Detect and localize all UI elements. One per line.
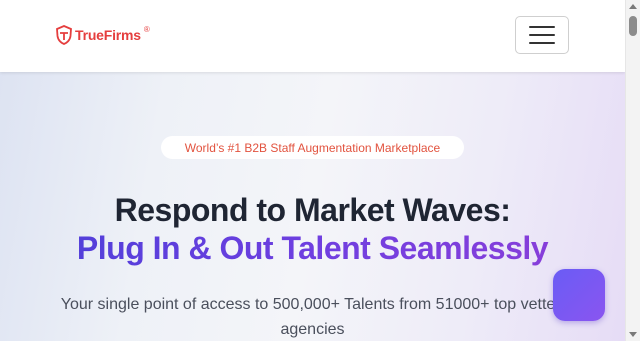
scroll-down-arrow-icon[interactable] <box>629 332 637 337</box>
truefirms-logo[interactable]: TrueFirms ® <box>55 25 150 45</box>
hamburger-menu-icon-bar <box>529 34 555 36</box>
hero-headline-line2: Plug In & Out Talent Seamlessly <box>0 230 625 267</box>
page: TrueFirms ® World’s #1 B2B Staff Augment… <box>0 0 640 341</box>
hero-section: World’s #1 B2B Staff Augmentation Market… <box>0 72 625 341</box>
scrollbar-thumb[interactable] <box>629 16 637 36</box>
registered-mark: ® <box>143 24 150 34</box>
hamburger-menu-icon-bar <box>529 42 555 44</box>
hero-badge: World’s #1 B2B Staff Augmentation Market… <box>161 136 464 159</box>
hamburger-menu-icon-bar <box>529 26 555 28</box>
shield-logo-icon <box>56 25 72 45</box>
scroll-up-arrow-icon[interactable] <box>629 4 637 9</box>
site-header: TrueFirms ® <box>0 0 625 72</box>
hamburger-menu-button[interactable] <box>515 16 569 54</box>
hero-subtext: Your single point of access to 500,000+ … <box>60 296 565 338</box>
hero-headline-line1: Respond to Market Waves: <box>114 192 511 228</box>
chat-widget-button[interactable] <box>553 269 605 321</box>
vertical-scrollbar[interactable] <box>625 0 640 341</box>
logo-text: TrueFirms <box>75 27 141 43</box>
